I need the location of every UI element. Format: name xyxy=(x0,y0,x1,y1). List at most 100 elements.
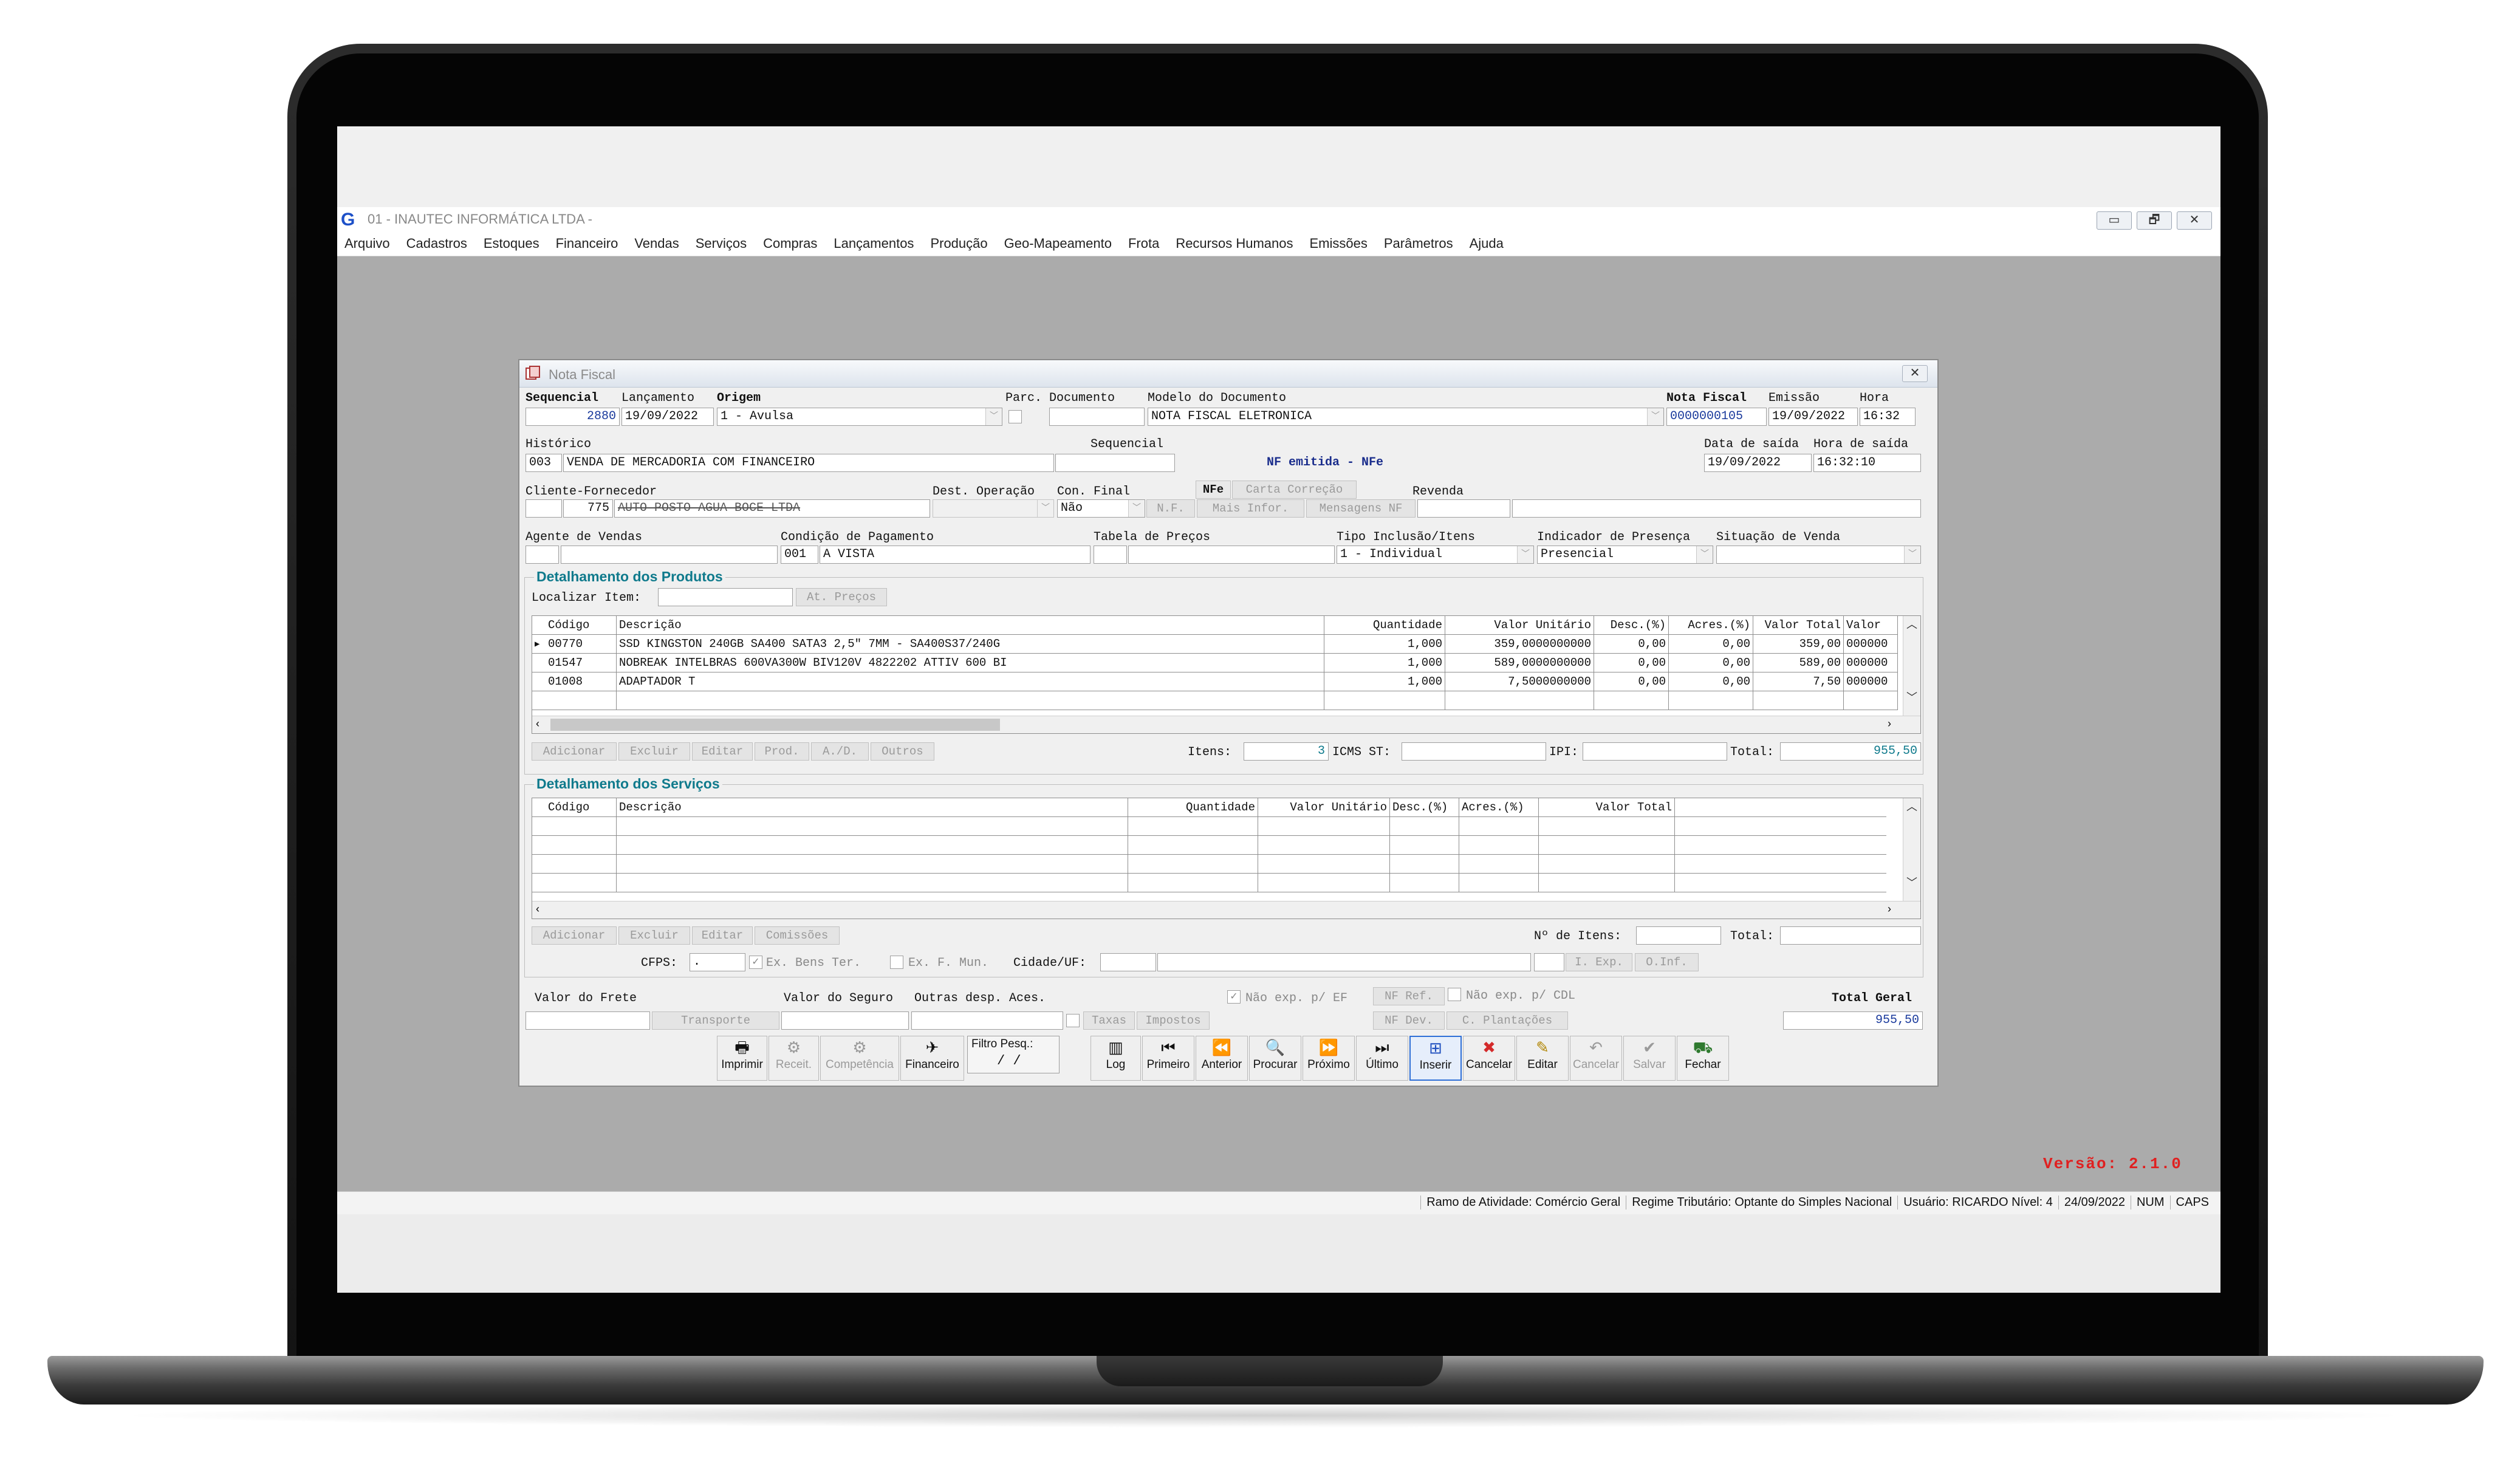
col-descricao[interactable]: Descrição xyxy=(616,798,1128,817)
taxas-checkbox[interactable] xyxy=(1066,1014,1080,1027)
table-row[interactable] xyxy=(532,691,1898,710)
cfps-field[interactable]: . xyxy=(690,953,745,971)
seguro-field[interactable] xyxy=(781,1011,909,1030)
financeiro-button[interactable]: ✈ Financeiro xyxy=(900,1036,964,1081)
chevron-up-icon[interactable]: ︿ xyxy=(1903,798,1920,816)
menu-lancamentos[interactable]: Lançamentos xyxy=(834,236,914,251)
servicos-grid[interactable]: Código Descrição Quantidade Valor Unitár… xyxy=(532,798,1921,919)
receit-button[interactable]: ⚙ Receit. xyxy=(769,1036,819,1081)
primeiro-button[interactable]: ⏮ Primeiro xyxy=(1142,1036,1194,1081)
localizar-input[interactable] xyxy=(658,588,793,606)
condicao-code-field[interactable]: 001 xyxy=(781,546,818,564)
o-inf-button[interactable]: O.Inf. xyxy=(1635,953,1699,971)
nota-fiscal-field[interactable]: 0000000105 xyxy=(1666,408,1767,426)
chevron-right-icon[interactable]: › xyxy=(1888,717,1891,730)
indicador-select[interactable]: Presencial ﹀ xyxy=(1537,546,1713,564)
menu-arquivo[interactable]: Arquivo xyxy=(344,236,390,251)
minimize-button[interactable]: ▭ xyxy=(2097,211,2132,230)
close-button[interactable]: ✕ xyxy=(2177,211,2212,230)
chevron-left-icon[interactable]: ‹ xyxy=(536,717,539,730)
chevron-left-icon[interactable]: ‹ xyxy=(536,903,539,915)
ex-bens-checkbox[interactable]: ✓ xyxy=(749,956,762,969)
col-codigo[interactable]: Código xyxy=(546,798,617,817)
col-acres[interactable]: Acres.(%) xyxy=(1668,616,1753,635)
servicos-hscroll[interactable]: ‹ › xyxy=(532,901,1920,919)
col-valor-unitario[interactable]: Valor Unitário xyxy=(1445,616,1594,635)
table-row[interactable] xyxy=(532,835,1886,855)
cancelar-button[interactable]: ✖ Cancelar xyxy=(1463,1036,1515,1081)
produtos-adicionar-button[interactable]: Adicionar xyxy=(532,742,617,761)
cidade-field[interactable] xyxy=(1157,953,1531,971)
modelo-select[interactable]: NOTA FISCAL ELETRONICA ﹀ xyxy=(1148,408,1664,426)
produtos-ad-button[interactable]: A./D. xyxy=(811,742,869,761)
revenda-code-field[interactable] xyxy=(1417,499,1510,518)
menu-ajuda[interactable]: Ajuda xyxy=(1470,236,1504,251)
produtos-prod-button[interactable]: Prod. xyxy=(755,742,809,761)
historico-code-field[interactable]: 003 xyxy=(526,454,562,472)
competencia-button[interactable]: ⚙ Competência xyxy=(820,1036,899,1081)
col-valor-unitario[interactable]: Valor Unitário xyxy=(1258,798,1390,817)
restore-button[interactable]: 🗗 xyxy=(2137,211,2172,230)
editar-button[interactable]: ✎ Editar xyxy=(1516,1036,1569,1081)
chevron-right-icon[interactable]: › xyxy=(1888,903,1891,915)
servicos-comissoes-button[interactable]: Comissões xyxy=(755,926,840,945)
menu-financeiro[interactable]: Financeiro xyxy=(556,236,618,251)
filtro-pesq-box[interactable]: Filtro Pesq.: / / xyxy=(967,1036,1060,1073)
nf-button[interactable]: N.F. xyxy=(1146,499,1195,518)
tipo-inclusao-select[interactable]: 1 - Individual ﹀ xyxy=(1337,546,1534,564)
impostos-button[interactable]: Impostos xyxy=(1137,1011,1210,1030)
cancelar-edit-button[interactable]: ↶ Cancelar xyxy=(1570,1036,1622,1081)
tabela-code-field[interactable] xyxy=(1094,546,1127,564)
revenda-name-field[interactable] xyxy=(1512,499,1921,518)
tabela-field[interactable] xyxy=(1128,546,1335,564)
servicos-excluir-button[interactable]: Excluir xyxy=(618,926,690,945)
produtos-excluir-button[interactable]: Excluir xyxy=(618,742,690,761)
table-row[interactable] xyxy=(532,873,1886,892)
cliente-spacer-field[interactable] xyxy=(526,499,562,518)
sequencial-field[interactable]: 2880 xyxy=(526,408,620,426)
table-row[interactable]: ▶ 00770 SSD KINGSTON 240GB SA400 SATA3 2… xyxy=(532,634,1898,654)
table-row[interactable] xyxy=(532,816,1886,836)
dialog-close-button[interactable]: ✕ xyxy=(1902,365,1928,382)
menu-servicos[interactable]: Serviços xyxy=(696,236,747,251)
origem-select[interactable]: 1 - Avulsa ﹀ xyxy=(717,408,1002,426)
col-codigo[interactable]: Código xyxy=(546,616,617,635)
hora-field[interactable]: 16:32 xyxy=(1860,408,1916,426)
col-quantidade[interactable]: Quantidade xyxy=(1128,798,1258,817)
ultimo-button[interactable]: ⏭ Último xyxy=(1356,1036,1408,1081)
parc-checkbox[interactable] xyxy=(1008,410,1022,423)
menu-vendas[interactable]: Vendas xyxy=(634,236,679,251)
nf-dev-button[interactable]: NF Dev. xyxy=(1373,1011,1445,1030)
nfe-button[interactable]: NFe xyxy=(1196,481,1231,499)
procurar-button[interactable]: 🔍 Procurar xyxy=(1249,1036,1301,1081)
mais-infor-button[interactable]: Mais Infor. xyxy=(1197,499,1304,518)
chevron-down-icon[interactable]: ﹀ xyxy=(1903,689,1920,705)
transporte-button[interactable]: Transporte xyxy=(652,1011,779,1030)
col-desc[interactable]: Desc.(%) xyxy=(1389,798,1459,817)
chevron-down-icon[interactable]: ﹀ xyxy=(1903,874,1920,890)
situacao-select[interactable]: ﹀ xyxy=(1716,546,1921,564)
outras-field[interactable] xyxy=(911,1011,1063,1030)
con-final-select[interactable]: Não ﹀ xyxy=(1057,499,1145,518)
hora-saida-field[interactable]: 16:32:10 xyxy=(1813,454,1921,472)
col-descricao[interactable]: Descrição xyxy=(616,616,1324,635)
hscroll-thumb[interactable] xyxy=(550,719,1000,731)
frete-field[interactable] xyxy=(526,1011,650,1030)
chevron-up-icon[interactable]: ︿ xyxy=(1903,616,1920,634)
ex-fmun-checkbox[interactable] xyxy=(890,956,903,969)
col-valor-total[interactable]: Valor Total xyxy=(1753,616,1844,635)
taxas-button[interactable]: Taxas xyxy=(1083,1011,1135,1030)
nao-exp-cdl-checkbox[interactable] xyxy=(1448,988,1461,1001)
nao-exp-ef-checkbox[interactable]: ✓ xyxy=(1227,990,1241,1004)
salvar-button[interactable]: ✔ Salvar xyxy=(1623,1036,1676,1081)
nf-ref-button[interactable]: NF Ref. xyxy=(1373,987,1445,1005)
servicos-adicionar-button[interactable]: Adicionar xyxy=(532,926,617,945)
data-saida-field[interactable]: 19/09/2022 xyxy=(1704,454,1812,472)
menu-parametros[interactable]: Parâmetros xyxy=(1384,236,1453,251)
produtos-outros-button[interactable]: Outros xyxy=(871,742,934,761)
at-precos-button[interactable]: At. Preços xyxy=(796,588,887,606)
table-row[interactable] xyxy=(532,854,1886,874)
emissao-field[interactable]: 19/09/2022 xyxy=(1768,408,1858,426)
agente-code-field[interactable] xyxy=(526,546,559,564)
menu-cadastros[interactable]: Cadastros xyxy=(406,236,467,251)
